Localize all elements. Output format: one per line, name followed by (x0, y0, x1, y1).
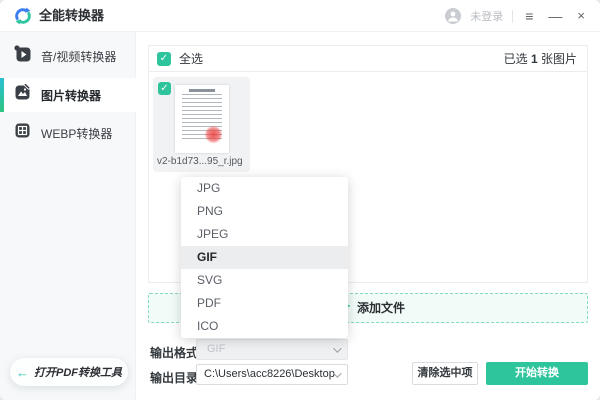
chevron-down-icon (333, 344, 342, 353)
selected-count-number: 1 (530, 52, 538, 66)
sidebar: 音/视频转换器 图片转换器 WEBP转换器 ← 打开PDF转换工具 (0, 32, 136, 400)
output-dir-label: 输出目录: (150, 371, 202, 385)
output-dir-select[interactable]: C:\Users\acc8226\Desktop (196, 364, 348, 385)
output-dir-value: C:\Users\acc8226\Desktop (204, 368, 335, 380)
menu-icon[interactable]: ≡ (522, 8, 536, 24)
titlebar-controls: 未登录 ≡ — × (445, 0, 588, 32)
app-title: 全能转换器 (39, 8, 105, 23)
file-thumbnail-card[interactable]: ✓ v2-b1d73...95_r.jpg (153, 77, 250, 172)
format-option-jpeg[interactable]: JPEG (181, 223, 348, 246)
add-files-label: 添加文件 (357, 301, 406, 315)
red-stamp (205, 126, 222, 143)
sidebar-item-label: 图片转换器 (41, 88, 102, 103)
file-name: v2-b1d73...95_r.jpg (157, 156, 243, 167)
sidebar-item-label: WEBP转换器 (41, 126, 113, 141)
format-dropdown-menu: JPG PNG JPEG GIF SVG PDF ICO (181, 177, 348, 338)
sidebar-item-label: 音/视频转换器 (41, 49, 117, 64)
output-format-label: 输出格式: (150, 346, 202, 360)
format-option-gif[interactable]: GIF (181, 246, 348, 269)
output-format-select[interactable]: GIF (196, 339, 348, 360)
video-converter-icon (14, 45, 31, 67)
sidebar-item-audio-video-converter[interactable]: 音/视频转换器 (0, 42, 136, 70)
app-window: 全能转换器 未登录 ≡ — × 音/视频转换器 图片转换器 WEBP转换器 ← … (0, 0, 600, 400)
titlebar: 全能转换器 未登录 ≡ — × (0, 0, 600, 32)
format-option-png[interactable]: PNG (181, 200, 348, 223)
select-all-label: 全选 (179, 52, 204, 66)
select-all-checkbox[interactable]: ✓ (157, 52, 171, 66)
document-title-line (189, 89, 215, 92)
output-format-value: GIF (207, 343, 226, 355)
image-converter-icon (14, 82, 31, 106)
pdf-tool-label: 打开PDF转换工具 (34, 367, 122, 379)
left-arrow-icon: ← (16, 364, 29, 380)
selected-count-text: 已选 1 张图片 (503, 52, 577, 66)
start-convert-button[interactable]: 开始转换 (486, 362, 588, 385)
login-status[interactable]: 未登录 (470, 8, 503, 24)
sidebar-item-webp-converter[interactable]: WEBP转换器 (0, 119, 136, 147)
clear-selected-button[interactable]: 清除选中项 (412, 362, 478, 385)
format-option-pdf[interactable]: PDF (181, 292, 348, 315)
app-logo-icon (13, 6, 33, 26)
minimize-icon[interactable]: — (545, 8, 565, 24)
active-indicator (0, 78, 4, 112)
user-avatar-icon[interactable] (445, 8, 462, 24)
format-option-ico[interactable]: ICO (181, 315, 348, 338)
file-checkbox[interactable]: ✓ (158, 82, 171, 95)
format-option-jpg[interactable]: JPG (181, 177, 348, 200)
close-icon[interactable]: × (574, 8, 588, 24)
file-list-header: ✓ 全选 已选 1 张图片 (149, 46, 587, 72)
document-preview (175, 85, 229, 153)
sidebar-item-image-converter[interactable]: 图片转换器 (0, 78, 136, 112)
open-pdf-tool-button[interactable]: ← 打开PDF转换工具 (10, 358, 128, 386)
format-option-svg[interactable]: SVG (181, 269, 348, 292)
webp-converter-icon (14, 122, 31, 144)
titlebar-divider (512, 9, 514, 23)
